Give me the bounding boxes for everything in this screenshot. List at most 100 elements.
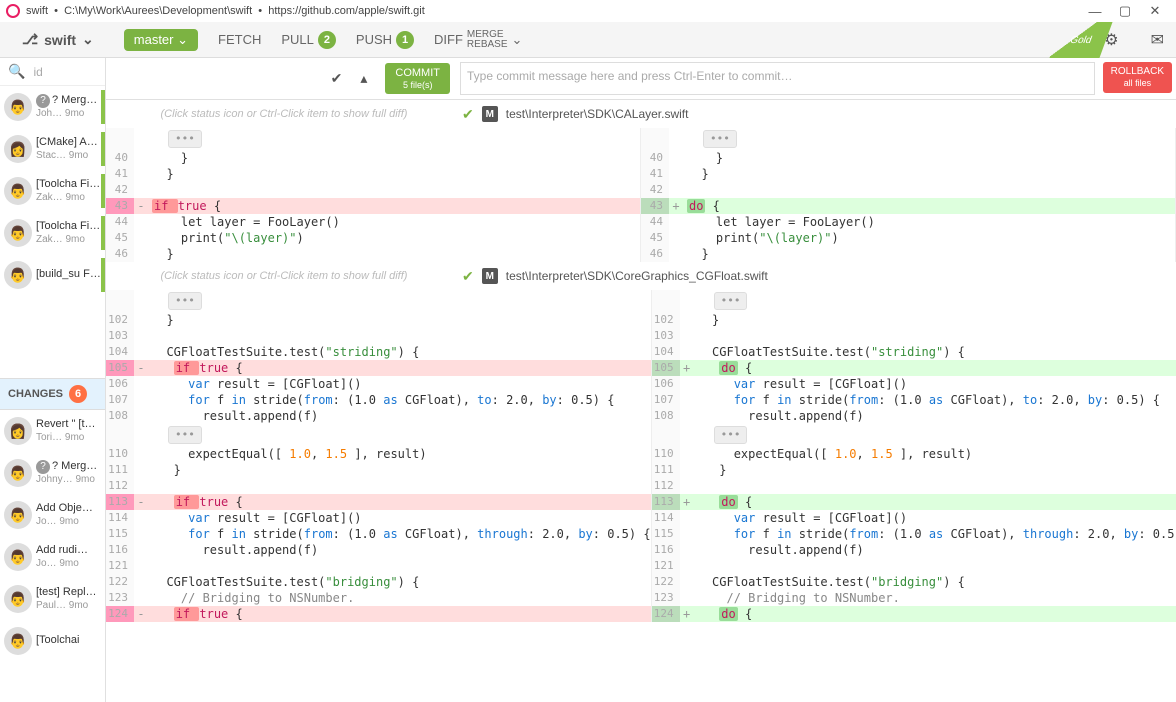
code-line: 106 var result = [CGFloat]() (106, 376, 651, 392)
commit-list-2: 👩 Revert " [test]… Tori… 9mo 👨 ?? Merge … (0, 410, 105, 702)
code-line: 122 CGFloatTestSuite.test("bridging") { (652, 574, 1176, 590)
code-line: 124- if true { (106, 606, 651, 622)
avatar: 👨 (4, 93, 32, 121)
diff-pane-left: •••102 }103104 CGFloatTestSuite.test("st… (106, 290, 652, 622)
changes-header[interactable]: CHANGES 6 (0, 378, 105, 410)
search-input[interactable]: id (33, 65, 42, 79)
titlebar: swift • C:\My\Work\Aurees\Development\sw… (0, 0, 1176, 22)
avatar: 👨 (4, 501, 32, 529)
commit-meta: Zak… 9mo (36, 234, 101, 247)
code-line: 40 } (106, 150, 640, 166)
code-line: 106 var result = [CGFloat]() (652, 376, 1176, 392)
commit-title: ?? Merge pull… (36, 460, 101, 474)
pull-button[interactable]: PULL 2 (281, 31, 336, 49)
check-all-icon[interactable]: ✔ (331, 70, 343, 87)
search-bar[interactable]: 🔍 id (0, 58, 105, 86)
avatar: 👨 (4, 261, 32, 289)
commit-item[interactable]: 👨 [Toolcha Fix typ… Zak… 9mo (0, 170, 105, 212)
diff-view: •••40 }41 }4243-if true {44 let layer = … (106, 128, 1176, 262)
push-count-badge: 1 (396, 31, 414, 49)
code-line: 113- if true { (106, 494, 651, 510)
sidebar: 🔍 id 👨 ?? Merge… Joh… 9mo 👩 [CMake] Adju… (0, 58, 106, 702)
code-line: 103 (652, 328, 1176, 344)
minimize-button[interactable]: — (1080, 4, 1110, 19)
commit-button[interactable]: COMMIT 5 file(s) (385, 63, 450, 95)
mail-icon[interactable]: ✉ (1151, 30, 1164, 50)
commit-item[interactable]: 👨 ?? Merge… Joh… 9mo (0, 86, 105, 128)
ellipsis-icon[interactable]: ••• (714, 426, 748, 444)
avatar: 👨 (4, 543, 32, 571)
commit-message-input[interactable]: Type commit message here and press Ctrl-… (460, 62, 1095, 95)
push-button[interactable]: PUSH 1 (356, 31, 414, 49)
chevron-down-icon: ⌄ (177, 32, 188, 47)
code-line: 105- if true { (106, 360, 651, 376)
code-line: 103 (106, 328, 651, 344)
code-line: 116 result.append(f) (106, 542, 651, 558)
code-line: 108 result.append(f) (106, 408, 651, 424)
diff-pane-left: •••40 }41 }4243-if true {44 let layer = … (106, 128, 641, 262)
pull-count-badge: 2 (318, 31, 336, 49)
repo-selector[interactable]: ⎇ swift ⌄ (12, 27, 104, 52)
collapse-icon[interactable]: ▴ (360, 70, 367, 87)
avatar: 👨 (4, 219, 32, 247)
gold-badge[interactable]: Gold (1049, 22, 1112, 58)
commit-meta: Jo… 9mo (36, 516, 101, 529)
code-line: 102 } (652, 312, 1176, 328)
diff-view: •••102 }103104 CGFloatTestSuite.test("st… (106, 290, 1176, 622)
diff-hint: (Click status icon or Ctrl-Click item to… (114, 108, 454, 120)
ellipsis-icon[interactable]: ••• (168, 130, 202, 148)
branch-selector[interactable]: master ⌄ (124, 29, 198, 51)
commit-title: [Toolcha Fix typ… (36, 220, 101, 234)
commit-item[interactable]: 👩 Revert " [test]… Tori… 9mo (0, 410, 105, 452)
ellipsis-icon[interactable]: ••• (703, 130, 737, 148)
code-line: 112 (106, 478, 651, 494)
code-line: 113+ do { (652, 494, 1176, 510)
commit-item[interactable]: 👨 [build_su Fixed… (0, 254, 105, 296)
commit-item[interactable]: 👨 Add rudi… Jo… 9mo (0, 536, 105, 578)
modified-badge: M (482, 268, 498, 284)
commit-title: [CMake] Adjust… (36, 136, 101, 150)
diff-hint: (Click status icon or Ctrl-Click item to… (114, 270, 454, 282)
commit-item[interactable]: 👩 [CMake] Adjust… Stac… 9mo (0, 128, 105, 170)
code-line: 110 expectEqual([ 1.0, 1.5 ], result) (106, 446, 651, 462)
diff-area[interactable]: (Click status icon or Ctrl-Click item to… (106, 100, 1176, 702)
ellipsis-icon[interactable]: ••• (168, 426, 202, 444)
code-line: 41 } (641, 166, 1175, 182)
code-line: 45 print("\(layer)") (641, 230, 1175, 246)
diff-merge-button[interactable]: DIFF MERGE REBASE ⌄ (434, 30, 522, 50)
fetch-button[interactable]: FETCH (218, 32, 261, 47)
title-path: C:\My\Work\Aurees\Development\swift (64, 5, 252, 17)
code-line: 122 CGFloatTestSuite.test("bridging") { (106, 574, 651, 590)
commit-title: [test] Replac… (36, 586, 101, 600)
code-line: 123 // Bridging to NSNumber. (652, 590, 1176, 606)
commit-item[interactable]: 👨 [Toolchai (0, 620, 105, 662)
code-line: 108 result.append(f) (652, 408, 1176, 424)
file-check-icon[interactable]: ✔ (462, 106, 474, 123)
rollback-button[interactable]: ROLLBACK all files (1103, 62, 1172, 93)
ellipsis-icon[interactable]: ••• (168, 292, 202, 310)
close-button[interactable]: ✕ (1140, 3, 1170, 19)
commit-title: Revert " [test]… (36, 418, 101, 432)
avatar: 👩 (4, 417, 32, 445)
code-line: 112 (652, 478, 1176, 494)
commit-item[interactable]: 👨 [test] Replac… Paul… 9mo (0, 578, 105, 620)
file-check-icon[interactable]: ✔ (462, 268, 474, 285)
avatar: 👨 (4, 177, 32, 205)
diff-pane-right: •••40 }41 }4243+do {44 let layer = FooLa… (641, 128, 1176, 262)
code-line: 121 (652, 558, 1176, 574)
commit-item[interactable]: 👨 [Toolcha Fix typ… Zak… 9mo (0, 212, 105, 254)
commit-item[interactable]: 👨 ?? Merge pull… Johny… 9mo (0, 452, 105, 494)
code-line: 46 } (641, 246, 1175, 262)
repo-icon: ⎇ (22, 31, 38, 48)
chevron-down-icon: ⌄ (82, 31, 94, 48)
avatar: 👨 (4, 585, 32, 613)
commit-title: Add rudi… (36, 544, 101, 558)
ellipsis-icon[interactable]: ••• (714, 292, 748, 310)
commit-item[interactable]: 👨 Add Obje… Jo… 9mo (0, 494, 105, 536)
code-line: 43-if true { (106, 198, 640, 214)
code-line: 107 for f in stride(from: (1.0 as CGFloa… (652, 392, 1176, 408)
code-line: 111 } (106, 462, 651, 478)
diff-pane-right: •••102 }103104 CGFloatTestSuite.test("st… (652, 290, 1176, 622)
maximize-button[interactable]: ▢ (1110, 3, 1140, 19)
code-line: 105+ do { (652, 360, 1176, 376)
